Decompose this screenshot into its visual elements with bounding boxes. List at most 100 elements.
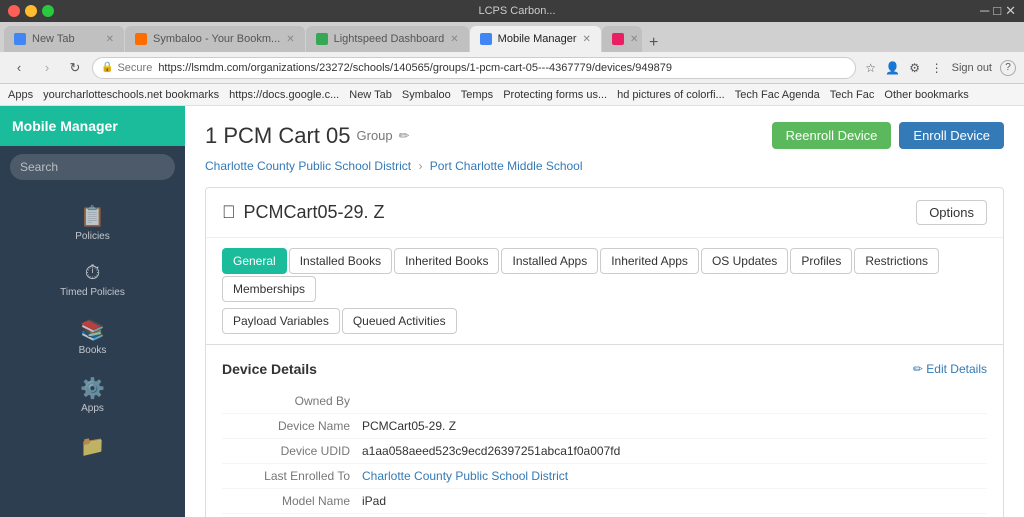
bookmarks-bar: Apps yourcharlotteschools.net bookmarks … xyxy=(0,84,1024,106)
bookmark-new-tab[interactable]: New Tab xyxy=(349,89,392,101)
edit-group-icon[interactable]: ✏ xyxy=(399,128,410,144)
sidebar-item-extra[interactable]: 📁 xyxy=(0,426,185,469)
tab-new-tab[interactable]: New Tab ✕ xyxy=(4,26,124,52)
page-title-area: 1 PCM Cart 05 Group ✏ xyxy=(205,123,410,149)
titlebar: LCPS Carbon... ─ □ ✕ xyxy=(0,0,1024,22)
tab-inherited-apps[interactable]: Inherited Apps xyxy=(600,248,699,274)
sidebar-item-apps-label: Apps xyxy=(81,403,104,414)
tab-restrictions[interactable]: Restrictions xyxy=(854,248,939,274)
titlebar-controls: ─ □ ✕ xyxy=(980,3,1016,19)
reload-button[interactable]: ↻ xyxy=(64,57,86,79)
tab-close-icon[interactable]: ✕ xyxy=(583,34,591,45)
bookmark-other[interactable]: Other bookmarks xyxy=(884,89,968,101)
tab-memberships[interactable]: Memberships xyxy=(222,276,316,302)
sidebar-header: Mobile Manager xyxy=(0,106,185,146)
new-tab-button[interactable]: + xyxy=(643,34,664,52)
breadcrumb-district[interactable]: Charlotte County Public School District xyxy=(205,159,411,173)
address-bar[interactable]: 🔒 Secure https://lsmdm.com/organizations… xyxy=(92,57,856,79)
details-section-title: Device Details xyxy=(222,361,317,377)
device-title:  PCMCart05-29. Z xyxy=(222,202,385,223)
browser-chrome: LCPS Carbon... ─ □ ✕ New Tab ✕ Symbaloo … xyxy=(0,0,1024,106)
forward-button[interactable]: › xyxy=(36,57,58,79)
profile-icon[interactable]: 👤 xyxy=(884,59,902,77)
sidebar-search-area xyxy=(0,146,185,188)
extra-icon: 📁 xyxy=(80,434,105,459)
tab-close-icon[interactable]: ✕ xyxy=(630,34,638,45)
detail-label-udid: Device UDID xyxy=(222,444,362,458)
tab-os-updates[interactable]: OS Updates xyxy=(701,248,788,274)
bookmark-icon[interactable]: ☆ xyxy=(862,59,880,77)
tab-label: Mobile Manager xyxy=(498,33,577,45)
browser-toolbar: ‹ › ↻ 🔒 Secure https://lsmdm.com/organiz… xyxy=(0,52,1024,84)
bookmark-symbaloo[interactable]: Symbaloo xyxy=(402,89,451,101)
bookmark-apps[interactable]: Apps xyxy=(8,89,33,101)
apps-icon: ⚙️ xyxy=(80,376,105,401)
bookmark-tech-fac-2[interactable]: Tech Fac xyxy=(830,89,875,101)
bookmark-google-docs[interactable]: https://docs.google.c... xyxy=(229,89,339,101)
tabs-row2: Payload Variables Queued Activities xyxy=(222,308,987,344)
device-name: PCMCart05-29. Z xyxy=(244,202,385,223)
tab-favicon xyxy=(612,33,624,45)
tab-general[interactable]: General xyxy=(222,248,287,274)
tab-queued-activities[interactable]: Queued Activities xyxy=(342,308,457,334)
tab-installed-books[interactable]: Installed Books xyxy=(289,248,392,274)
sidebar-item-policies[interactable]: 📋 Policies xyxy=(0,196,185,250)
tab-profiles[interactable]: Profiles xyxy=(790,248,852,274)
bookmark-tech-fac[interactable]: Tech Fac Agenda xyxy=(735,89,820,101)
bookmark-hd-pictures[interactable]: hd pictures of colorfi... xyxy=(617,89,725,101)
help-icon[interactable]: ? xyxy=(1000,60,1016,76)
tab-lightspeed[interactable]: Lightspeed Dashboard ✕ xyxy=(306,26,469,52)
reenroll-device-button[interactable]: Reenroll Device xyxy=(772,122,892,149)
search-input[interactable] xyxy=(10,154,175,180)
close-button[interactable] xyxy=(8,5,20,17)
tab-payload-variables[interactable]: Payload Variables xyxy=(222,308,340,334)
titlebar-label: LCPS Carbon... xyxy=(478,5,555,17)
tab-close-icon[interactable]: ✕ xyxy=(286,34,294,45)
address-text: https://lsmdm.com/organizations/23272/sc… xyxy=(158,62,672,74)
detail-row-last-enrolled: Last Enrolled To Charlotte County Public… xyxy=(222,464,987,489)
sidebar: Mobile Manager 📋 Policies ⏱ Timed Polici… xyxy=(0,106,185,517)
detail-label-owned-by: Owned By xyxy=(222,394,362,408)
tab-close-icon[interactable]: ✕ xyxy=(450,34,458,45)
sidebar-item-apps[interactable]: ⚙️ Apps xyxy=(0,368,185,422)
menu-icon[interactable]: ⋮ xyxy=(928,59,946,77)
tab-favicon xyxy=(14,33,26,45)
tab-inherited-books[interactable]: Inherited Books xyxy=(394,248,499,274)
breadcrumb-separator: › xyxy=(418,159,422,173)
main-content: 1 PCM Cart 05 Group ✏ Reenroll Device En… xyxy=(185,106,1024,517)
sign-out-link[interactable]: Sign out xyxy=(952,62,992,74)
maximize-button[interactable] xyxy=(42,5,54,17)
device-details: Device Details ✏ Edit Details Owned By D… xyxy=(206,345,1003,517)
group-badge: Group xyxy=(357,128,393,143)
back-button[interactable]: ‹ xyxy=(8,57,30,79)
tab-close-icon[interactable]: ✕ xyxy=(106,34,114,45)
tab-mobile-manager[interactable]: Mobile Manager ✕ xyxy=(470,26,601,52)
tab-label: Symbaloo - Your Bookm... xyxy=(153,33,280,45)
enroll-device-button[interactable]: Enroll Device xyxy=(899,122,1004,149)
sidebar-item-timed-policies[interactable]: ⏱ Timed Policies xyxy=(0,254,185,306)
tab-extra[interactable]: ✕ xyxy=(602,26,642,52)
main-inner: 1 PCM Cart 05 Group ✏ Reenroll Device En… xyxy=(185,106,1024,517)
tabs-row: General Installed Books Inherited Books … xyxy=(222,248,987,302)
minimize-button[interactable] xyxy=(25,5,37,17)
detail-value-udid: a1aa058aeed523c9ecd26397251abca1f0a007fd xyxy=(362,444,620,458)
tab-installed-apps[interactable]: Installed Apps xyxy=(501,248,598,274)
tab-favicon xyxy=(316,33,328,45)
sidebar-nav: 📋 Policies ⏱ Timed Policies 📚 Books ⚙️ A… xyxy=(0,188,185,477)
detail-label-device-name: Device Name xyxy=(222,419,362,433)
extensions-icon[interactable]: ⚙ xyxy=(906,59,924,77)
sidebar-item-books-label: Books xyxy=(79,345,107,356)
detail-value-last-enrolled[interactable]: Charlotte County Public School District xyxy=(362,469,568,483)
books-icon: 📚 xyxy=(80,318,105,343)
breadcrumb-school[interactable]: Port Charlotte Middle School xyxy=(430,159,583,173)
policies-icon: 📋 xyxy=(80,204,105,229)
sidebar-item-books[interactable]: 📚 Books xyxy=(0,310,185,364)
tab-symbaloo[interactable]: Symbaloo - Your Bookm... ✕ xyxy=(125,26,305,52)
options-button[interactable]: Options xyxy=(916,200,987,225)
bookmark-temps[interactable]: Temps xyxy=(461,89,493,101)
header-buttons: Reenroll Device Enroll Device xyxy=(772,122,1004,149)
details-header: Device Details ✏ Edit Details xyxy=(222,361,987,377)
edit-details-link[interactable]: ✏ Edit Details xyxy=(913,362,987,376)
bookmark-protecting[interactable]: Protecting forms us... xyxy=(503,89,607,101)
bookmark-charlotte[interactable]: yourcharlotteschools.net bookmarks xyxy=(43,89,219,101)
